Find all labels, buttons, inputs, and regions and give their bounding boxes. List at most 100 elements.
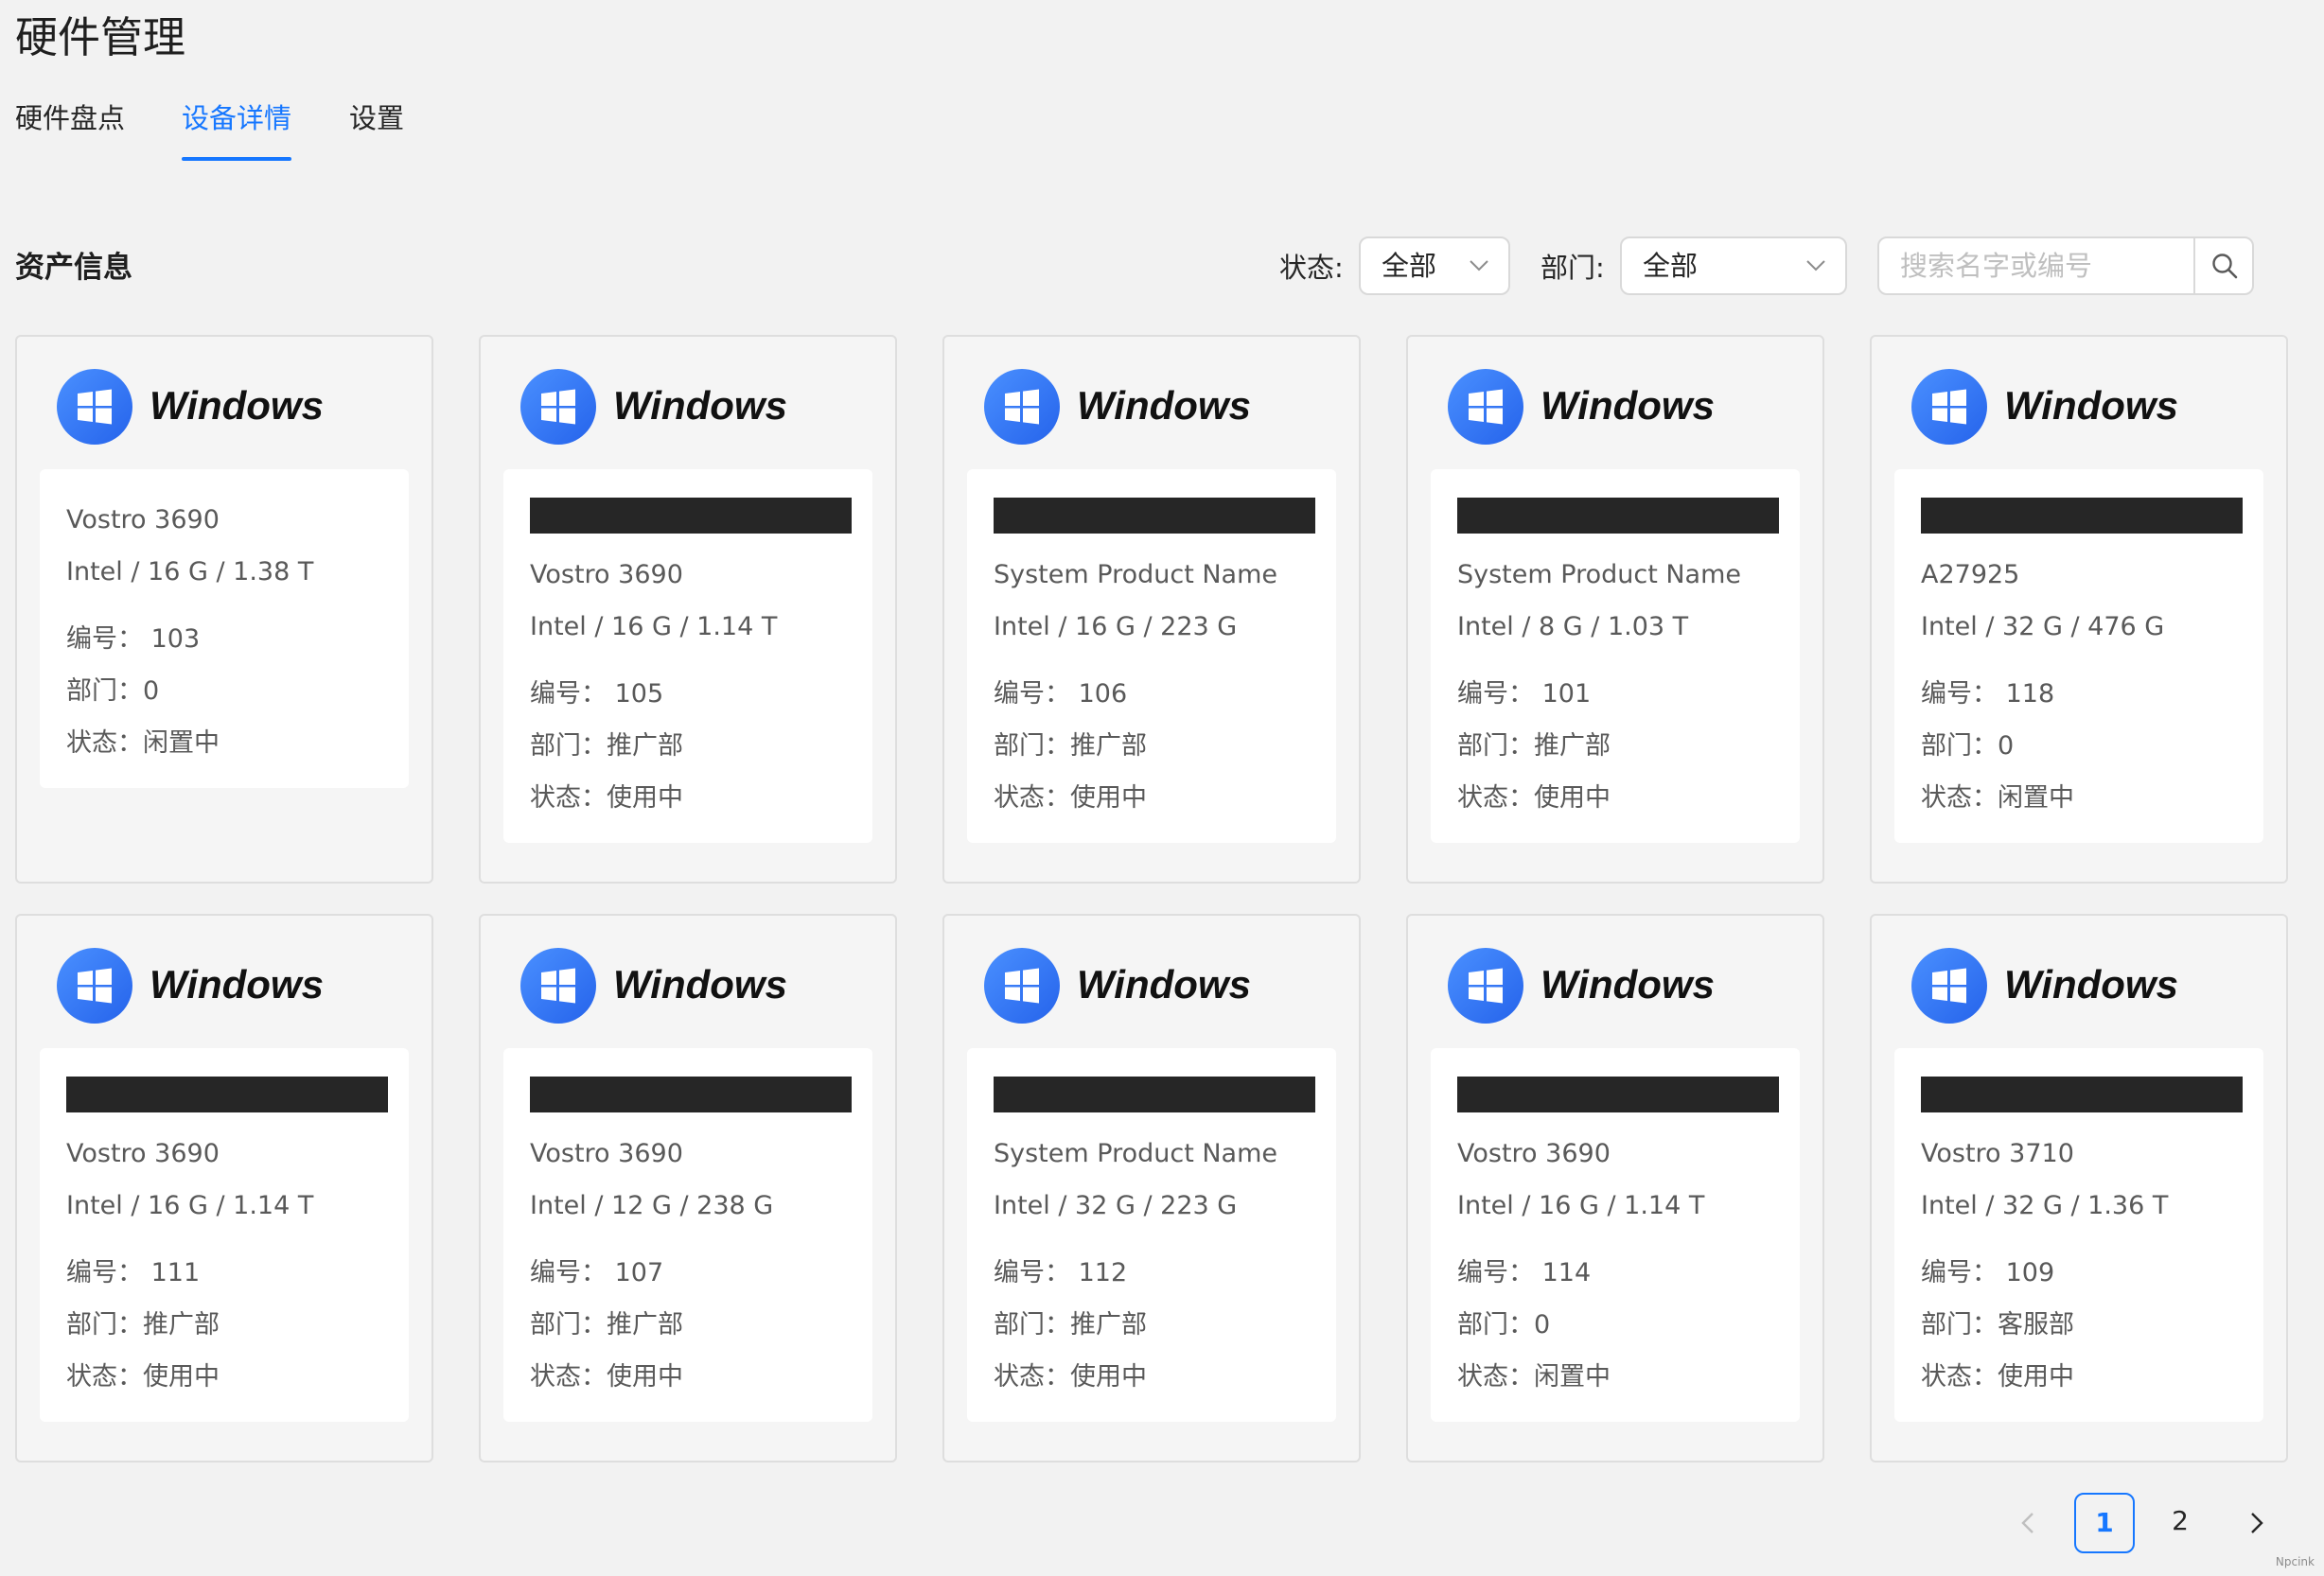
device-department-row: 部门：0: [1457, 1299, 1773, 1351]
device-department: 0: [143, 676, 160, 706]
card-details: Vostro 3710 Intel / 32 G / 1.36 T 编号： 109 部…: [1894, 1048, 2263, 1422]
card-header: Windows: [984, 948, 1325, 1027]
device-model: Vostro 3690: [1457, 1139, 1611, 1168]
device-number: 118: [2005, 679, 2055, 709]
redacted-name-bar: [66, 1077, 388, 1112]
card-header: Windows: [520, 369, 861, 448]
device-number-row: 编号： 114: [1457, 1247, 1773, 1299]
device-department-row: 部门：推广部: [994, 720, 1310, 772]
page-1-button[interactable]: 1: [2074, 1493, 2135, 1553]
os-name: Windows: [2004, 383, 2178, 428]
device-department: 推广部: [143, 1310, 220, 1340]
card-details: Vostro 3690 Intel / 16 G / 1.38 T 编号： 103 部…: [40, 469, 409, 788]
windows-logo-glyph: [1469, 389, 1503, 425]
device-card[interactable]: Windows A27925 Intel / 32 G / 476 G 编号： 118…: [1870, 335, 2288, 884]
device-card[interactable]: Windows Vostro 3690 Intel / 16 G / 1.14 T 编…: [479, 335, 897, 884]
device-card[interactable]: Windows Vostro 3690 Intel / 12 G / 238 G 编号…: [479, 914, 897, 1462]
device-department-row: 部门：推广部: [530, 1299, 846, 1351]
windows-logo-glyph: [1469, 968, 1503, 1004]
department-select-value: 全部: [1643, 250, 1699, 282]
device-specs: Intel / 16 G / 1.14 T: [66, 1191, 314, 1220]
status-label: 状态：: [1457, 783, 1534, 813]
device-department: 客服部: [1998, 1310, 2074, 1340]
department-select[interactable]: 全部: [1620, 236, 1847, 295]
windows-logo-icon: [1448, 369, 1523, 445]
windows-logo-glyph: [541, 389, 575, 425]
status-label: 状态：: [994, 1362, 1070, 1392]
tab-settings[interactable]: 设置: [349, 95, 404, 142]
device-card[interactable]: Windows System Product Name Intel / 32 G /…: [942, 914, 1361, 1462]
tab-device-details[interactable]: 设备详情: [182, 95, 292, 161]
device-specs: Intel / 16 G / 223 G: [994, 612, 1238, 641]
department-label: 部门：: [530, 731, 607, 761]
device-status: 闲置中: [1534, 1362, 1611, 1392]
device-card[interactable]: Windows System Product Name Intel / 16 G /…: [942, 335, 1361, 884]
department-label: 部门：: [66, 676, 143, 706]
chevron-left-icon: [2021, 1513, 2034, 1533]
department-label: 部门：: [66, 1310, 143, 1340]
windows-logo-glyph: [78, 968, 112, 1004]
device-card[interactable]: Windows Vostro 3690 Intel / 16 G / 1.14 T 编…: [15, 914, 433, 1462]
device-status: 使用中: [1070, 783, 1147, 813]
device-status: 使用中: [1070, 1362, 1147, 1392]
card-header: Windows: [1448, 369, 1788, 448]
card-details: Vostro 3690 Intel / 16 G / 1.14 T 编号： 114 部…: [1431, 1048, 1800, 1422]
status-label: 状态：: [1457, 1362, 1534, 1392]
device-specs: Intel / 16 G / 1.14 T: [1457, 1191, 1705, 1220]
windows-logo-glyph: [1932, 968, 1966, 1004]
windows-logo-glyph: [1005, 968, 1039, 1004]
device-model: Vostro 3690: [66, 505, 220, 534]
windows-logo-glyph: [541, 968, 575, 1004]
department-label: 部门：: [530, 1310, 607, 1340]
number-label: 编号：: [1921, 1258, 1998, 1287]
device-card[interactable]: Windows System Product Name Intel / 8 G / …: [1406, 335, 1824, 884]
device-status-row: 状态：使用中: [994, 772, 1310, 824]
device-specs: Intel / 12 G / 238 G: [530, 1191, 774, 1220]
windows-logo-icon: [520, 369, 596, 445]
redacted-name-bar: [530, 498, 852, 534]
search-icon: [2212, 254, 2238, 279]
department-filter-label: 部门:: [1541, 252, 1605, 284]
device-status-row: 状态：使用中: [530, 1351, 846, 1403]
device-status: 使用中: [1998, 1362, 2074, 1392]
number-label: 编号：: [1457, 679, 1534, 709]
device-number-row: 编号： 112: [994, 1247, 1310, 1299]
redacted-name-bar: [1457, 1077, 1779, 1112]
device-department-row: 部门：推广部: [66, 1299, 382, 1351]
status-select[interactable]: 全部: [1359, 236, 1510, 295]
windows-logo-glyph: [1932, 389, 1966, 425]
device-status-row: 状态：使用中: [66, 1351, 382, 1403]
device-model: Vostro 3710: [1921, 1139, 2074, 1168]
windows-logo-icon: [1911, 948, 1987, 1024]
device-status: 闲置中: [143, 728, 220, 758]
device-card[interactable]: Windows Vostro 3710 Intel / 32 G / 1.36 T 编…: [1870, 914, 2288, 1462]
device-model: System Product Name: [994, 1139, 1278, 1168]
device-number-row: 编号： 111: [66, 1247, 382, 1299]
card-details: System Product Name Intel / 32 G / 223 G 编…: [967, 1048, 1336, 1422]
device-department: 推广部: [1070, 731, 1147, 761]
device-card[interactable]: Windows Vostro 3690 Intel / 16 G / 1.38 T 编…: [15, 335, 433, 884]
tab-hardware-inventory[interactable]: 硬件盘点: [15, 95, 125, 142]
os-name: Windows: [613, 383, 787, 428]
status-filter-label: 状态:: [1279, 252, 1344, 284]
device-number-row: 编号： 101: [1457, 668, 1773, 720]
search-button[interactable]: [2193, 238, 2252, 293]
watermark: Npcink: [2275, 1555, 2315, 1568]
card-details: A27925 Intel / 32 G / 476 G 编号： 118 部门：0 状态：…: [1894, 469, 2263, 843]
device-number-row: 编号： 105: [530, 668, 846, 720]
device-number: 106: [1078, 679, 1128, 709]
device-status-row: 状态：闲置中: [1921, 772, 2237, 824]
device-number: 109: [2005, 1258, 2055, 1287]
windows-logo-icon: [1448, 948, 1523, 1024]
search-input[interactable]: [1879, 238, 2193, 293]
device-card[interactable]: Windows Vostro 3690 Intel / 16 G / 1.14 T 编…: [1406, 914, 1824, 1462]
device-model: Vostro 3690: [530, 560, 683, 589]
page-2-button[interactable]: 2: [2150, 1493, 2210, 1553]
device-department-row: 部门：推广部: [994, 1299, 1310, 1351]
next-page-button[interactable]: [2226, 1493, 2286, 1553]
device-specs: Intel / 32 G / 223 G: [994, 1191, 1238, 1220]
device-status-row: 状态：使用中: [530, 772, 846, 824]
windows-logo-icon: [984, 948, 1060, 1024]
prev-page-button[interactable]: [1998, 1493, 2059, 1553]
device-number-row: 编号： 106: [994, 668, 1310, 720]
